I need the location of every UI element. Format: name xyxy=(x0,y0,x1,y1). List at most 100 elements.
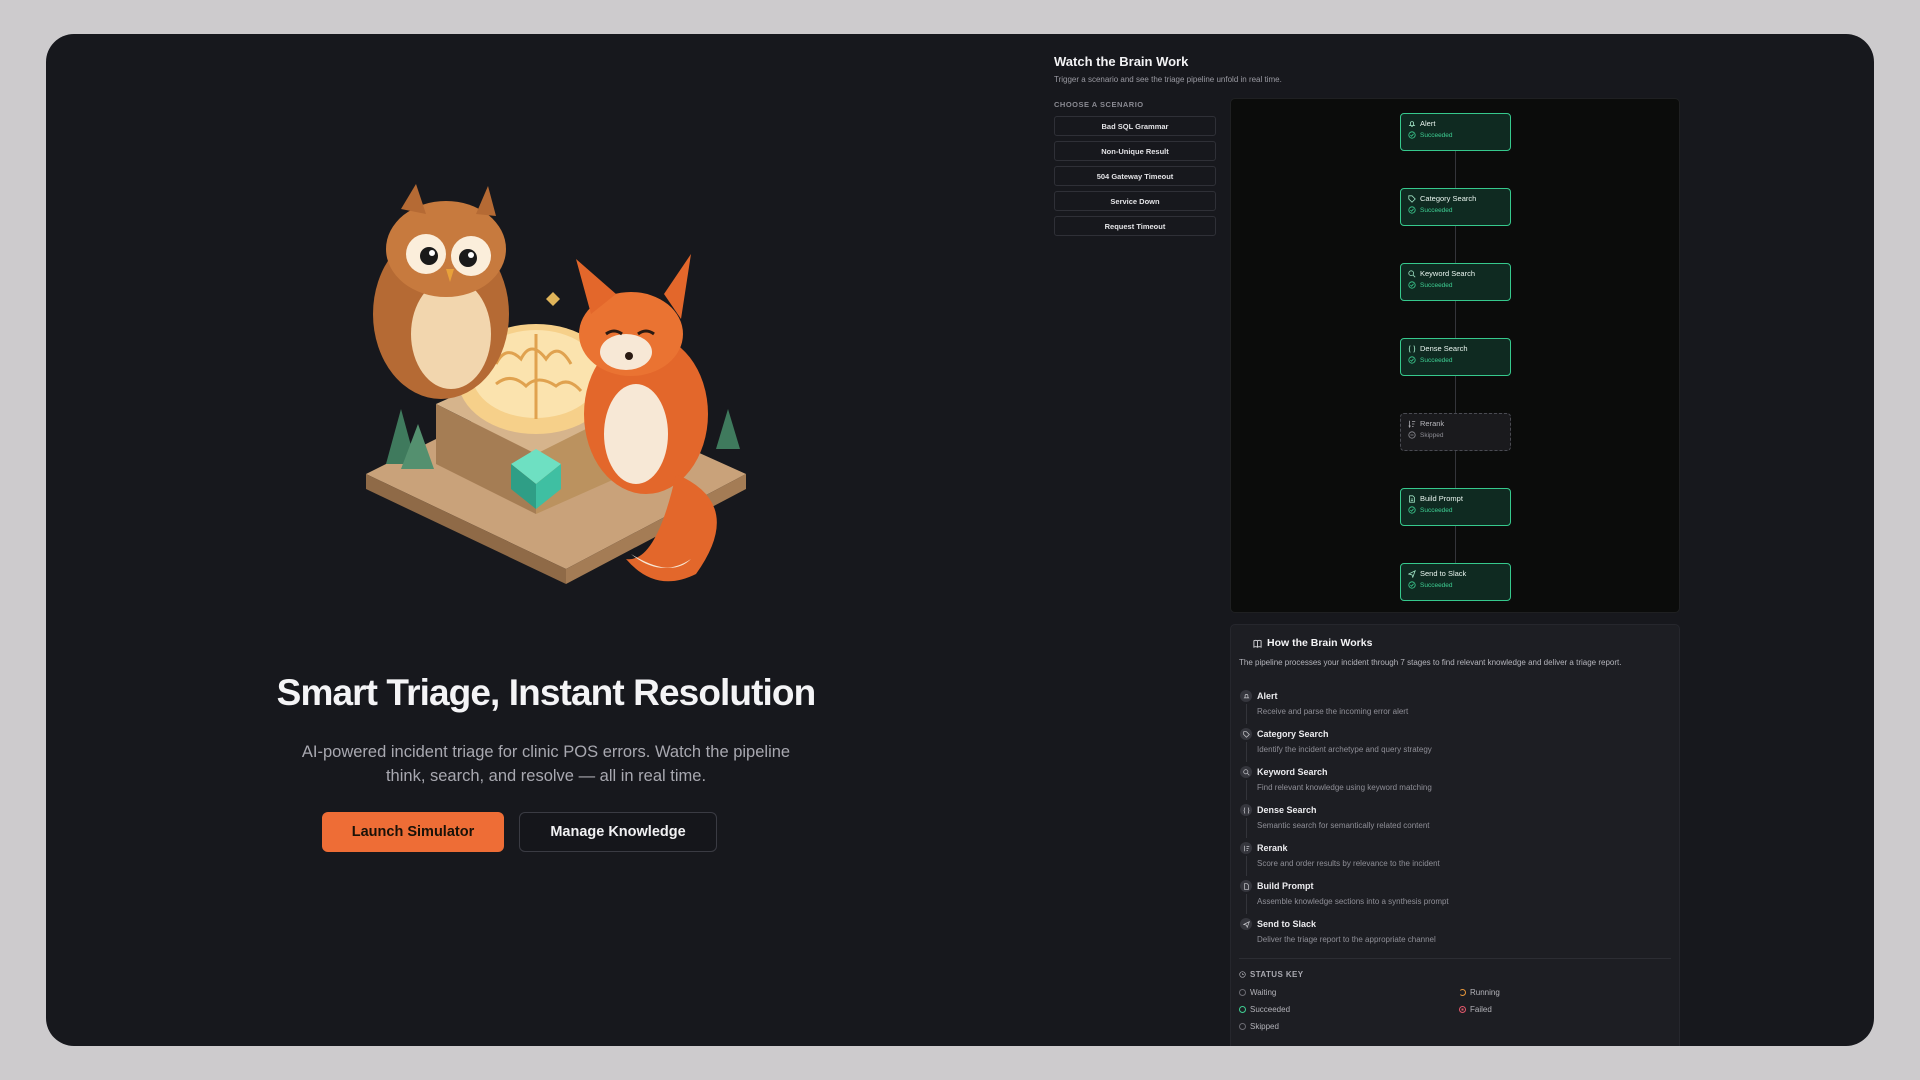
tag-icon xyxy=(1408,194,1416,203)
how-step-alert: Alert Receive and parse the incoming err… xyxy=(1239,690,1669,726)
scenario-button-request-timeout[interactable]: Request Timeout xyxy=(1054,216,1216,236)
step-description: Deliver the triage report to the appropr… xyxy=(1257,935,1436,944)
how-step-build-prompt: Build Prompt Assemble knowledge sections… xyxy=(1239,880,1669,916)
status-key-title-text: STATUS KEY xyxy=(1250,970,1304,979)
search-icon xyxy=(1408,269,1416,277)
how-step-keyword-search: Keyword Search Find relevant knowledge u… xyxy=(1239,766,1669,802)
how-step-category-search: Category Search Identify the incident ar… xyxy=(1239,728,1669,764)
node-label: Dense Search xyxy=(1420,344,1468,353)
pipeline-node-build-prompt[interactable]: Build Prompt Succeeded xyxy=(1400,488,1511,526)
how-step-dense-search: Dense Search Semantic search for semanti… xyxy=(1239,804,1669,840)
how-title-text: How the Brain Works xyxy=(1267,637,1373,649)
launch-simulator-button[interactable]: Launch Simulator xyxy=(322,812,504,852)
node-status: Succeeded xyxy=(1420,506,1453,514)
step-description: Identify the incident archetype and quer… xyxy=(1257,745,1432,754)
sort-icon xyxy=(1408,420,1416,428)
step-description: Assemble knowledge sections into a synth… xyxy=(1257,897,1449,906)
check-circle-icon xyxy=(1408,131,1416,139)
bell-icon xyxy=(1408,120,1416,127)
hero-subtitle: AI-powered incident triage for clinic PO… xyxy=(301,743,791,785)
pipeline-flow-canvas: Alert Succeeded Category Search Succeede… xyxy=(1230,98,1680,613)
step-connector xyxy=(1246,856,1247,876)
check-circle-icon xyxy=(1408,206,1416,214)
scenario-button-504-gateway-timeout[interactable]: 504 Gateway Timeout xyxy=(1054,166,1216,186)
scenario-button-bad-sql-grammar[interactable]: Bad SQL Grammar xyxy=(1054,116,1216,136)
node-status: Skipped xyxy=(1420,431,1444,439)
sort-icon xyxy=(1240,842,1252,854)
node-label: Alert xyxy=(1420,119,1436,128)
send-icon xyxy=(1240,918,1252,930)
panel-subtitle: Trigger a scenario and see the triage pi… xyxy=(1054,75,1282,84)
check-circle-icon xyxy=(1408,506,1416,514)
app-window: Smart Triage, Instant Resolution AI-powe… xyxy=(46,34,1874,1046)
pipeline-node-category-search[interactable]: Category Search Succeeded xyxy=(1400,188,1511,226)
step-description: Receive and parse the incoming error ale… xyxy=(1257,707,1409,716)
status-key-label: Failed xyxy=(1470,1005,1492,1014)
node-status: Succeeded xyxy=(1420,356,1453,364)
scenario-button-service-down[interactable]: Service Down xyxy=(1054,191,1216,211)
node-label: Send to Slack xyxy=(1420,569,1467,578)
search-icon xyxy=(1240,766,1252,778)
status-key-label: Waiting xyxy=(1250,988,1277,997)
node-status: Succeeded xyxy=(1420,206,1453,214)
tag-icon xyxy=(1240,728,1252,740)
node-label: Keyword Search xyxy=(1420,269,1476,278)
how-step-send-to-slack: Send to Slack Deliver the triage report … xyxy=(1239,918,1669,954)
step-connector xyxy=(1246,780,1247,800)
book-icon xyxy=(1253,639,1262,648)
status-key-title: STATUS KEY xyxy=(1239,970,1303,979)
step-name: Category Search xyxy=(1257,729,1329,739)
flow-connector xyxy=(1455,226,1456,263)
step-connector xyxy=(1246,894,1247,914)
node-status: Succeeded xyxy=(1420,581,1453,589)
skip-circle-icon xyxy=(1408,431,1416,439)
skip-circle-icon xyxy=(1239,1023,1246,1030)
status-key-failed: Failed xyxy=(1459,1005,1492,1014)
how-title: How the Brain Works xyxy=(1253,637,1372,649)
pipeline-node-rerank[interactable]: Rerank Skipped xyxy=(1400,413,1511,451)
send-icon xyxy=(1408,569,1416,578)
how-step-rerank: Rerank Score and order results by releva… xyxy=(1239,842,1669,878)
status-key-label: Skipped xyxy=(1250,1022,1279,1031)
node-label: Category Search xyxy=(1420,194,1477,203)
flow-connector xyxy=(1455,151,1456,188)
node-status: Succeeded xyxy=(1420,131,1453,139)
status-key-label: Succeeded xyxy=(1250,1005,1291,1014)
node-status: Succeeded xyxy=(1420,281,1453,289)
step-description: Find relevant knowledge using keyword ma… xyxy=(1257,783,1432,792)
hero-section: Smart Triage, Instant Resolution AI-powe… xyxy=(46,34,1046,1046)
pipeline-node-send-to-slack[interactable]: Send to Slack Succeeded xyxy=(1400,563,1511,601)
check-circle-icon xyxy=(1408,581,1416,589)
check-circle-icon xyxy=(1408,356,1416,364)
flow-connector xyxy=(1455,451,1456,488)
braces-icon xyxy=(1240,804,1252,816)
node-label: Rerank xyxy=(1420,419,1445,428)
owl-fox-brain-illustration xyxy=(366,184,746,584)
hero-title: Smart Triage, Instant Resolution xyxy=(276,672,817,713)
check-circle-icon xyxy=(1408,281,1416,289)
pipeline-node-dense-search[interactable]: Dense Search Succeeded xyxy=(1400,338,1511,376)
step-connector xyxy=(1246,704,1247,724)
status-key-waiting: Waiting xyxy=(1239,988,1276,997)
step-description: Semantic search for semantically related… xyxy=(1257,821,1430,830)
pipeline-node-alert[interactable]: Alert Succeeded xyxy=(1400,113,1511,151)
x-circle-icon xyxy=(1459,1006,1466,1013)
flow-connector xyxy=(1455,376,1456,413)
check-circle-icon xyxy=(1239,1006,1246,1013)
clock-icon xyxy=(1239,971,1246,978)
how-it-works-card: How the Brain Works The pipeline process… xyxy=(1230,624,1680,1046)
flow-connector xyxy=(1455,301,1456,338)
status-key-succeeded: Succeeded xyxy=(1239,1005,1290,1014)
pipeline-node-keyword-search[interactable]: Keyword Search Succeeded xyxy=(1400,263,1511,301)
document-icon xyxy=(1409,494,1415,503)
divider xyxy=(1239,958,1671,959)
scenario-button-non-unique-result[interactable]: Non-Unique Result xyxy=(1054,141,1216,161)
braces-icon xyxy=(1408,344,1416,353)
choose-scenario-label: CHOOSE A SCENARIO xyxy=(1054,100,1144,109)
panel-title: Watch the Brain Work xyxy=(1054,54,1189,69)
step-name: Dense Search xyxy=(1257,805,1317,815)
status-key-label: Running xyxy=(1470,988,1500,997)
bell-icon xyxy=(1240,690,1252,702)
manage-knowledge-button[interactable]: Manage Knowledge xyxy=(519,812,717,852)
step-name: Alert xyxy=(1257,691,1278,701)
